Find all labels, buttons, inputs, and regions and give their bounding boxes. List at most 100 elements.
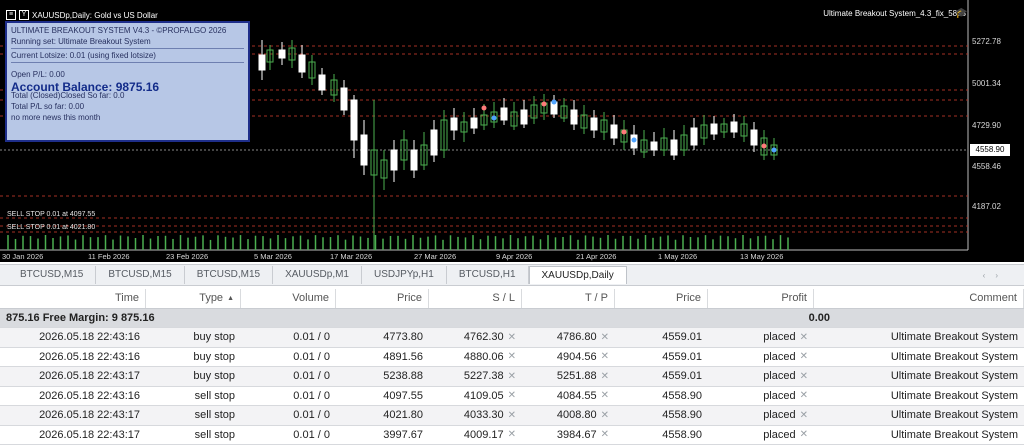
tab-scroll-arrows[interactable]: ‹› — [983, 271, 1024, 280]
order-comment: Ultimate Breakout System — [890, 428, 1018, 441]
terminal-window: ≡ Y XAUUSDp,Daily: Gold vs US Dollar ULT… — [0, 0, 1024, 446]
table-row[interactable]: 2026.05.18 22:43:16 buy stop 0.01 / 0 47… — [0, 328, 1024, 348]
column-header-comment[interactable]: Comment — [814, 289, 1024, 308]
order-type: buy stop — [193, 370, 235, 383]
cancel-order-icon[interactable]: ✕ — [800, 390, 808, 401]
status-value: placed — [763, 428, 796, 441]
sort-asc-icon: ▲ — [227, 294, 234, 302]
order-type: sell stop — [194, 428, 235, 441]
table-row[interactable]: 2026.05.18 22:43:17 sell stop 0.01 / 0 4… — [0, 406, 1024, 426]
remove-tp-icon[interactable]: ✕ — [601, 390, 609, 401]
cancel-order-icon[interactable]: ✕ — [800, 410, 808, 421]
remove-tp-icon[interactable]: ✕ — [601, 410, 609, 421]
table-row[interactable]: 2026.05.18 22:43:16 buy stop 0.01 / 0 48… — [0, 347, 1024, 367]
ea-divider — [11, 48, 244, 49]
cancel-order-icon[interactable]: ✕ — [800, 429, 808, 440]
order-level-label: SELL STOP 0.01 at 4097.55 — [7, 211, 96, 218]
order-sl[interactable]: 4033.30 ✕ — [429, 406, 522, 425]
tab-btcusd-m15[interactable]: BTCUSD,M15 — [96, 266, 185, 284]
column-header-tp[interactable]: T / P — [522, 289, 615, 308]
chart-menu-icon[interactable]: ≡ — [6, 10, 16, 20]
order-status: placed ✕ — [708, 367, 814, 386]
order-status: placed ✕ — [708, 426, 814, 445]
table-row[interactable]: 2026.05.18 22:43:16 sell stop 0.01 / 0 4… — [0, 386, 1024, 406]
price-label: 4729.90 — [972, 121, 1001, 130]
column-header-time[interactable]: Time — [0, 289, 146, 308]
order-status: placed ✕ — [708, 328, 814, 347]
symbol-title: XAUUSDp,Daily: Gold vs US Dollar — [32, 10, 158, 20]
order-status: placed ✕ — [708, 387, 814, 406]
order-volume: 0.01 / 0 — [293, 389, 330, 402]
tab-btcusd-m15[interactable]: BTCUSD,M15 — [8, 266, 97, 284]
remove-sl-icon[interactable]: ✕ — [508, 429, 516, 440]
remove-tp-icon[interactable]: ✕ — [601, 429, 609, 440]
order-current-price: 4558.90 — [662, 428, 702, 441]
date-label: 13 May 2026 — [740, 252, 784, 261]
order-tp[interactable]: 3984.67 ✕ — [522, 426, 615, 445]
order-time: 2026.05.18 22:43:16 — [39, 331, 140, 344]
remove-sl-icon[interactable]: ✕ — [508, 351, 516, 362]
date-label: 23 Feb 2026 — [166, 252, 209, 261]
order-comment: Ultimate Breakout System — [890, 370, 1018, 383]
order-current-price: 4558.90 — [662, 409, 702, 422]
remove-sl-icon[interactable]: ✕ — [508, 371, 516, 382]
order-type: sell stop — [194, 409, 235, 422]
remove-tp-icon[interactable]: ✕ — [601, 332, 609, 343]
tab-btcusd-h1[interactable]: BTCUSD,H1 — [447, 266, 529, 284]
order-time: 2026.05.18 22:43:16 — [39, 389, 140, 402]
cancel-order-icon[interactable]: ✕ — [800, 332, 808, 343]
date-label: 9 Apr 2026 — [496, 252, 533, 261]
order-sl[interactable]: 4009.17 ✕ — [429, 426, 522, 445]
order-sl[interactable]: 4762.30 ✕ — [429, 328, 522, 347]
price-label: 4187.02 — [972, 202, 1001, 211]
column-header-volume[interactable]: Volume — [241, 289, 336, 308]
cancel-order-icon[interactable]: ✕ — [800, 351, 808, 362]
order-current-price: 4558.90 — [662, 389, 702, 402]
column-header-type[interactable]: Type ▲ — [146, 289, 241, 308]
price-chart[interactable]: ≡ Y XAUUSDp,Daily: Gold vs US Dollar ULT… — [0, 0, 1024, 262]
remove-sl-icon[interactable]: ✕ — [508, 332, 516, 343]
order-sl[interactable]: 5227.38 ✕ — [429, 367, 522, 386]
order-volume: 0.01 / 0 — [293, 370, 330, 383]
order-status: placed ✕ — [708, 406, 814, 425]
chart-fork-icon[interactable]: Y — [19, 10, 29, 20]
status-value: placed — [763, 350, 796, 363]
order-tp[interactable]: 4904.56 ✕ — [522, 348, 615, 367]
ea-info-panel: ULTIMATE BREAKOUT SYSTEM V4.3 - ©PROFALG… — [5, 21, 250, 142]
column-header-profit[interactable]: Profit — [708, 289, 814, 308]
order-sl[interactable]: 4880.06 ✕ — [429, 348, 522, 367]
remove-sl-icon[interactable]: ✕ — [508, 410, 516, 421]
tab-btcusd-m15[interactable]: BTCUSD,M15 — [185, 266, 274, 284]
cancel-order-icon[interactable]: ✕ — [800, 371, 808, 382]
order-tp[interactable]: 4008.80 ✕ — [522, 406, 615, 425]
order-tp[interactable]: 4786.80 ✕ — [522, 328, 615, 347]
total-profit: 0.00 — [808, 311, 830, 324]
tab-xauusdp-daily[interactable]: XAUUSDp,Daily — [528, 266, 627, 284]
remove-tp-icon[interactable]: ✕ — [601, 371, 609, 382]
column-header-current-price[interactable]: Price — [615, 289, 708, 308]
order-price: 4891.56 — [383, 350, 423, 363]
order-current-price: 4559.01 — [662, 350, 702, 363]
order-price: 4097.55 — [383, 389, 423, 402]
tab-usdjpyp-h1[interactable]: USDJPYp,H1 — [362, 266, 447, 284]
orders-table: Time Type ▲ Volume Price S / L T / P Pri… — [0, 289, 1024, 445]
ea-divider — [11, 62, 244, 63]
sl-value: 4880.06 — [463, 350, 504, 363]
order-type: sell stop — [194, 389, 235, 402]
table-row[interactable]: 2026.05.18 22:43:17 sell stop 0.01 / 0 3… — [0, 425, 1024, 445]
ea-line-7: no more news this month — [11, 113, 101, 122]
column-header-price[interactable]: Price — [336, 289, 429, 308]
table-row[interactable]: 2026.05.18 22:43:17 buy stop 0.01 / 0 52… — [0, 367, 1024, 387]
order-level-label: SELL STOP 0.01 at 4021.80 — [7, 224, 96, 231]
tab-xauusdp-m1[interactable]: XAUUSDp,M1 — [273, 266, 362, 284]
column-header-sl[interactable]: S / L — [429, 289, 522, 308]
order-type: buy stop — [193, 350, 235, 363]
graduation-hat-icon: 🎓 — [955, 8, 968, 19]
order-sl[interactable]: 4109.05 ✕ — [429, 387, 522, 406]
sl-value: 5227.38 — [463, 370, 504, 383]
remove-sl-icon[interactable]: ✕ — [508, 390, 516, 401]
order-tp[interactable]: 4084.55 ✕ — [522, 387, 615, 406]
order-tp[interactable]: 5251.88 ✕ — [522, 367, 615, 386]
sl-value: 4009.17 — [463, 428, 504, 441]
remove-tp-icon[interactable]: ✕ — [601, 351, 609, 362]
